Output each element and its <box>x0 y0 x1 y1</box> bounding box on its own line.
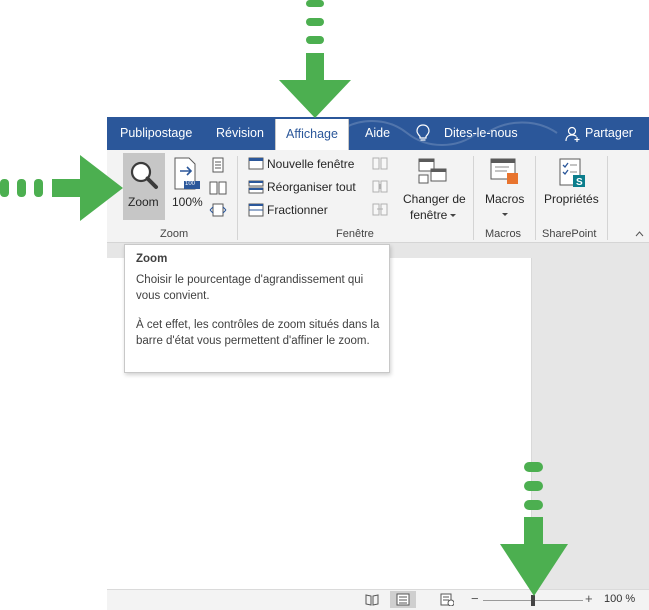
print-layout-icon[interactable] <box>396 593 410 606</box>
zoom-in-button[interactable]: + <box>585 591 593 606</box>
zoom-slider-track[interactable] <box>483 595 583 606</box>
properties-label: Propriétés <box>544 192 599 206</box>
user-share-icon <box>565 126 580 142</box>
arrow-down-tab-affichage <box>279 0 351 118</box>
zoom-button[interactable]: Zoom <box>123 153 165 220</box>
multiple-pages-icon[interactable] <box>209 180 227 196</box>
macros-icon <box>490 158 518 184</box>
sharepoint-properties-icon: S <box>559 158 585 188</box>
separator <box>607 156 608 240</box>
ribbon: Zoom 100 100% Zoom Nouvelle fenêtre Réor… <box>107 150 649 243</box>
separator <box>535 156 536 240</box>
switch-windows-label-line1: Changer de <box>403 192 466 206</box>
zoom-button-label: Zoom <box>128 195 159 209</box>
collapse-ribbon-icon[interactable] <box>635 231 644 237</box>
zoom-tooltip: Zoom Choisir le pourcentage d'agrandisse… <box>124 244 390 373</box>
tab-dites-le-nous[interactable]: Dites-le-nous <box>444 117 518 150</box>
split-icon <box>248 203 264 217</box>
tab-aide[interactable]: Aide <box>365 117 390 150</box>
split-label: Fractionner <box>267 203 328 217</box>
chevron-down-icon <box>502 213 508 216</box>
chevron-down-icon <box>450 214 456 217</box>
web-layout-icon[interactable] <box>440 593 454 606</box>
new-window-button[interactable]: Nouvelle fenêtre <box>247 156 362 174</box>
macros-button[interactable]: Macros <box>480 153 530 225</box>
arrange-all-icon <box>248 180 264 194</box>
split-button[interactable]: Fractionner <box>247 202 362 220</box>
sharepoint-logo-glyph: S <box>576 177 583 188</box>
tab-publipostage[interactable]: Publipostage <box>120 117 192 150</box>
arrow-down-zoom-slider <box>500 462 568 596</box>
zoom-100-label: 100% <box>172 195 203 209</box>
magnifier-icon <box>130 161 158 189</box>
synchronous-scrolling-icon[interactable] <box>372 180 388 194</box>
sharepoint-group-label: SharePoint <box>542 228 597 240</box>
switch-windows-label-line2: fenêtre <box>410 208 448 222</box>
zoom-100-badge: 100 <box>185 181 196 187</box>
view-side-by-side-icon[interactable] <box>372 157 388 171</box>
read-mode-icon[interactable] <box>365 593 379 606</box>
zoom-out-button[interactable]: − <box>471 591 479 606</box>
tab-affichage[interactable]: Affichage <box>275 119 349 150</box>
share-button[interactable]: Partager <box>585 117 633 150</box>
zoom-group-label: Zoom <box>160 228 189 240</box>
properties-button[interactable]: S Propriétés <box>541 153 603 225</box>
arrow-right-zoom-button <box>0 155 123 221</box>
one-page-icon[interactable] <box>211 157 225 173</box>
tooltip-paragraph-2: À cet effet, les contrôles de zoom situé… <box>136 319 380 347</box>
zoom-percent-label[interactable]: 100 % <box>604 593 635 605</box>
separator <box>237 156 238 240</box>
tooltip-title: Zoom <box>136 253 168 265</box>
page-width-icon[interactable] <box>209 202 227 218</box>
ribbon-tab-bar: Publipostage Révision Affichage Aide Dit… <box>107 117 649 150</box>
lightbulb-icon <box>416 124 430 141</box>
new-window-label: Nouvelle fenêtre <box>267 157 355 171</box>
arrange-all-label: Réorganiser tout <box>267 180 356 194</box>
reset-window-position-icon[interactable] <box>372 203 388 217</box>
window-group-label: Fenêtre <box>336 228 374 240</box>
tab-revision[interactable]: Révision <box>216 117 264 150</box>
arrange-all-button[interactable]: Réorganiser tout <box>247 179 362 197</box>
new-window-icon <box>248 157 264 170</box>
macros-label: Macros <box>485 192 525 206</box>
macros-group-label: Macros <box>485 228 522 240</box>
separator <box>473 156 474 240</box>
zoom-100-button[interactable]: 100 100% <box>169 153 203 220</box>
switch-windows-icon <box>418 158 447 184</box>
tooltip-paragraph-1: Choisir le pourcentage d'agrandissement … <box>136 274 364 302</box>
switch-windows-button[interactable]: Changer de fenêtre <box>397 153 467 225</box>
